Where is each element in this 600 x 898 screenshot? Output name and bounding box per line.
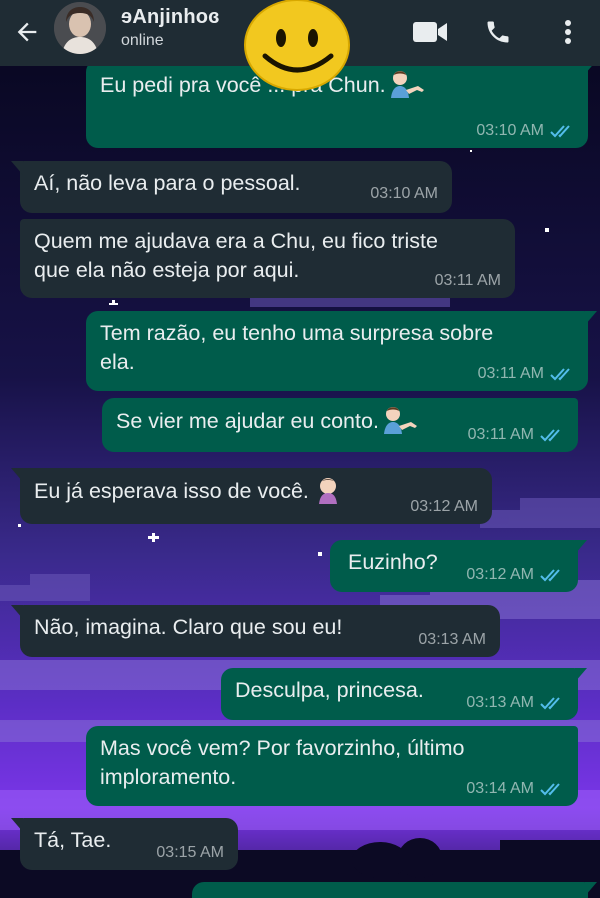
- back-arrow-icon: [17, 22, 37, 42]
- message-time: 03:11 AM: [467, 426, 534, 443]
- message-incoming[interactable]: Quem me ajudava era a Chu, eu fico trist…: [20, 219, 515, 298]
- read-receipt-icon: [540, 569, 560, 582]
- man-tipping-hand-emoji: [383, 406, 419, 442]
- message-outgoing-partial[interactable]: [192, 882, 597, 898]
- message-outgoing[interactable]: Tem razão, eu tenho uma surpresa sobre e…: [86, 311, 597, 391]
- more-options-icon: [565, 20, 571, 44]
- read-receipt-icon: [550, 125, 570, 138]
- message-time: 03:12 AM: [410, 498, 478, 515]
- message-text: Quem me ajudava era a Chu, eu fico trist…: [34, 229, 438, 282]
- contact-avatar[interactable]: [54, 2, 106, 54]
- message-incoming[interactable]: Aí, não leva para o pessoal. 03:10 AM: [11, 161, 452, 213]
- message-time: 03:13 AM: [418, 631, 486, 648]
- read-receipt-icon: [540, 429, 560, 442]
- message-incoming[interactable]: Não, imagina. Claro que sou eu! 03:13 AM: [11, 605, 500, 657]
- man-tipping-hand-emoji: [390, 70, 426, 106]
- read-receipt-icon: [540, 783, 560, 796]
- message-time: 03:15 AM: [156, 844, 224, 861]
- contact-name[interactable]: ɘAnjinhoɞ: [121, 6, 220, 29]
- more-options-button[interactable]: [546, 10, 590, 54]
- message-time: 03:14 AM: [466, 780, 534, 797]
- phone-call-icon: [487, 21, 509, 43]
- video-call-button[interactable]: [408, 10, 452, 54]
- read-receipt-icon: [550, 368, 570, 381]
- read-receipt-icon: [540, 697, 560, 710]
- message-time: 03:11 AM: [477, 365, 544, 382]
- message-incoming[interactable]: Eu já esperava isso de você. 03:12 AM: [11, 468, 492, 524]
- smiley-sticker: [244, 0, 350, 91]
- message-time: 03:10 AM: [370, 185, 438, 202]
- video-call-icon: [413, 22, 447, 42]
- message-outgoing[interactable]: Desculpa, princesa. 03:13 AM: [221, 668, 587, 720]
- message-time: 03:11 AM: [434, 272, 501, 289]
- avatar-photo: [54, 2, 106, 54]
- voice-call-button[interactable]: [476, 10, 520, 54]
- message-outgoing[interactable]: Se vier me ajudar eu conto. 03:11 AM: [102, 398, 578, 452]
- message-time: 03:10 AM: [476, 122, 544, 139]
- message-time: 03:13 AM: [466, 694, 534, 711]
- message-time: 03:12 AM: [466, 566, 534, 583]
- message-outgoing[interactable]: Euzinho? 03:12 AM: [330, 540, 587, 592]
- message-incoming[interactable]: Tá, Tae. 03:15 AM: [11, 818, 238, 870]
- message-outgoing[interactable]: Mas você vem? Por favorzinho, último imp…: [86, 726, 578, 806]
- woman-facepalming-emoji: [313, 476, 343, 512]
- contact-status: online: [121, 32, 164, 49]
- back-button[interactable]: [8, 13, 46, 51]
